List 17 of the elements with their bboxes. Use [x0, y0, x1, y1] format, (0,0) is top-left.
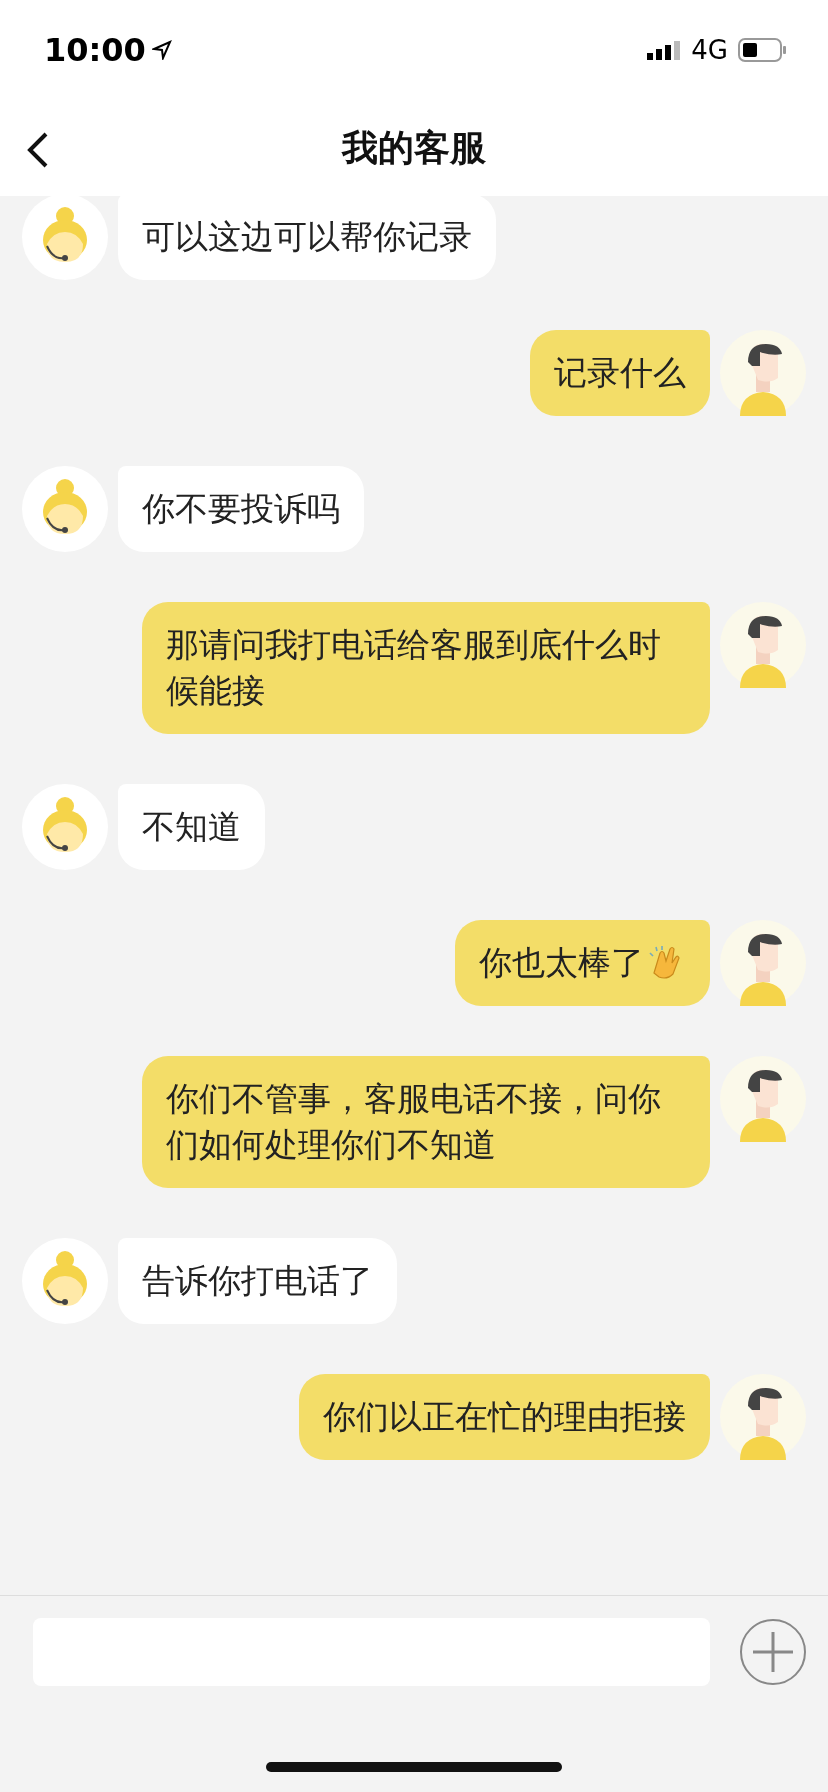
page-title: 我的客服	[342, 125, 486, 170]
add-button[interactable]	[740, 1619, 806, 1685]
status-time: 10:00	[44, 31, 146, 69]
message-bubble: 可以这边可以帮你记录	[118, 196, 496, 280]
plus-icon	[751, 1630, 795, 1674]
message-bubble: 你们以正在忙的理由拒接	[299, 1374, 710, 1460]
message-bubble: 不知道	[118, 784, 265, 870]
message-bubble: 你不要投诉吗	[118, 466, 364, 552]
message-bubble: 你也太棒了	[455, 920, 710, 1006]
message-bubble: 记录什么	[530, 330, 710, 416]
battery-icon	[738, 38, 788, 62]
message-bubble: 告诉你打电话了	[118, 1238, 397, 1324]
message-bubble: 那请问我打电话给客服到底什么时候能接	[142, 602, 710, 734]
signal-icon	[647, 40, 682, 60]
location-arrow-icon	[151, 40, 172, 60]
network-type: 4G	[691, 35, 728, 65]
message-bubble: 你们不管事，客服电话不接，问你们如何处理你们不知道	[142, 1056, 710, 1188]
